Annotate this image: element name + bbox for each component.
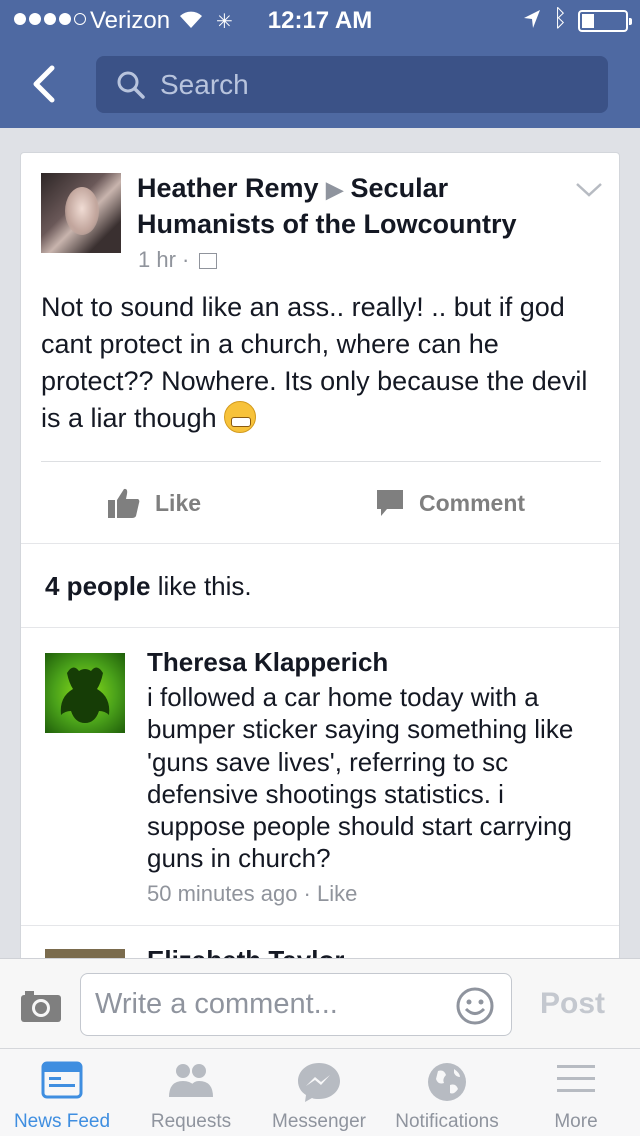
tab-bar: News Feed Requests Messenger Notificatio… <box>0 1048 640 1136</box>
comment-label: Comment <box>419 489 526 516</box>
thumbs-up-icon <box>108 488 140 518</box>
tab-requests[interactable]: Requests <box>128 1049 254 1136</box>
group-audience-icon <box>199 253 218 270</box>
divider <box>21 543 619 544</box>
post-text: Not to sound like an ass.. really! .. bu… <box>41 292 588 433</box>
post-meta: 1 hr · <box>138 247 218 273</box>
tab-messenger[interactable]: Messenger <box>258 1049 380 1136</box>
frog-silhouette-icon <box>60 667 110 723</box>
search-input[interactable] <box>160 56 590 113</box>
tab-label: News Feed <box>13 1111 111 1132</box>
bluetooth-icon: ᛒ <box>553 5 568 32</box>
search-box[interactable] <box>96 56 608 113</box>
comment-bubble-icon <box>377 490 403 516</box>
comment-button[interactable]: Comment <box>375 483 525 523</box>
camera-icon[interactable] <box>20 989 62 1023</box>
like-button[interactable]: Like <box>107 483 201 523</box>
news-feed-icon <box>41 1061 83 1099</box>
globe-icon <box>428 1063 466 1101</box>
tab-more[interactable]: More <box>514 1049 638 1136</box>
tab-label: Notifications <box>395 1111 499 1132</box>
post-card: Heather Remy ▶ Secular Humanists of the … <box>20 152 620 1052</box>
comment-composer: Post <box>0 958 640 1048</box>
navigation-bar: Verizon ✳ 12:17 AM ᛒ <box>0 0 640 128</box>
tab-label: Requests <box>150 1111 232 1132</box>
divider <box>21 627 619 628</box>
divider <box>41 461 601 462</box>
arrow-right-icon: ▶ <box>326 177 344 202</box>
tab-label: More <box>554 1111 598 1132</box>
tab-news-feed[interactable]: News Feed <box>0 1049 124 1136</box>
post-body: Not to sound like an ass.. really! .. bu… <box>41 289 601 437</box>
battery-icon <box>578 10 632 32</box>
search-icon <box>117 71 145 99</box>
author-avatar[interactable] <box>41 173 121 253</box>
status-time: 12:17 AM <box>267 7 373 34</box>
comment-meta: 50 minutes ago · Like <box>147 881 358 906</box>
hamburger-icon <box>557 1065 595 1092</box>
sticker-smiley-icon[interactable] <box>455 986 495 1026</box>
post-comment-button[interactable]: Post <box>540 987 605 1021</box>
likes-suffix: like this. <box>150 571 252 601</box>
comment-like-link[interactable]: Like <box>317 881 357 906</box>
friend-requests-icon <box>169 1064 213 1097</box>
likes-count: 4 people <box>45 571 151 601</box>
author-name-link[interactable]: Heather Remy <box>137 173 319 203</box>
comment-text: i followed a car home today with a bumpe… <box>147 682 574 874</box>
chevron-down-icon[interactable] <box>575 181 603 199</box>
likes-summary[interactable]: 4 people like this. <box>45 571 252 602</box>
location-arrow-icon <box>524 10 540 28</box>
grimace-emoji-icon <box>224 401 257 433</box>
comment-box[interactable] <box>80 973 512 1036</box>
divider <box>21 925 619 926</box>
status-bar: Verizon ✳ 12:17 AM ᛒ <box>0 0 640 40</box>
back-chevron-icon[interactable] <box>26 64 66 104</box>
comment-input[interactable] <box>95 974 445 1034</box>
commenter-avatar[interactable] <box>45 653 125 733</box>
messenger-icon <box>298 1063 340 1102</box>
post-header: Heather Remy ▶ Secular Humanists of the … <box>137 171 557 241</box>
post-timestamp[interactable]: 1 hr <box>138 247 176 272</box>
like-label: Like <box>155 489 202 516</box>
tab-notifications[interactable]: Notifications <box>384 1049 510 1136</box>
comment-author-link[interactable]: Theresa Klapperich <box>147 647 388 678</box>
comment-timestamp: 50 minutes ago <box>147 881 298 906</box>
tab-label: Messenger <box>272 1111 366 1132</box>
